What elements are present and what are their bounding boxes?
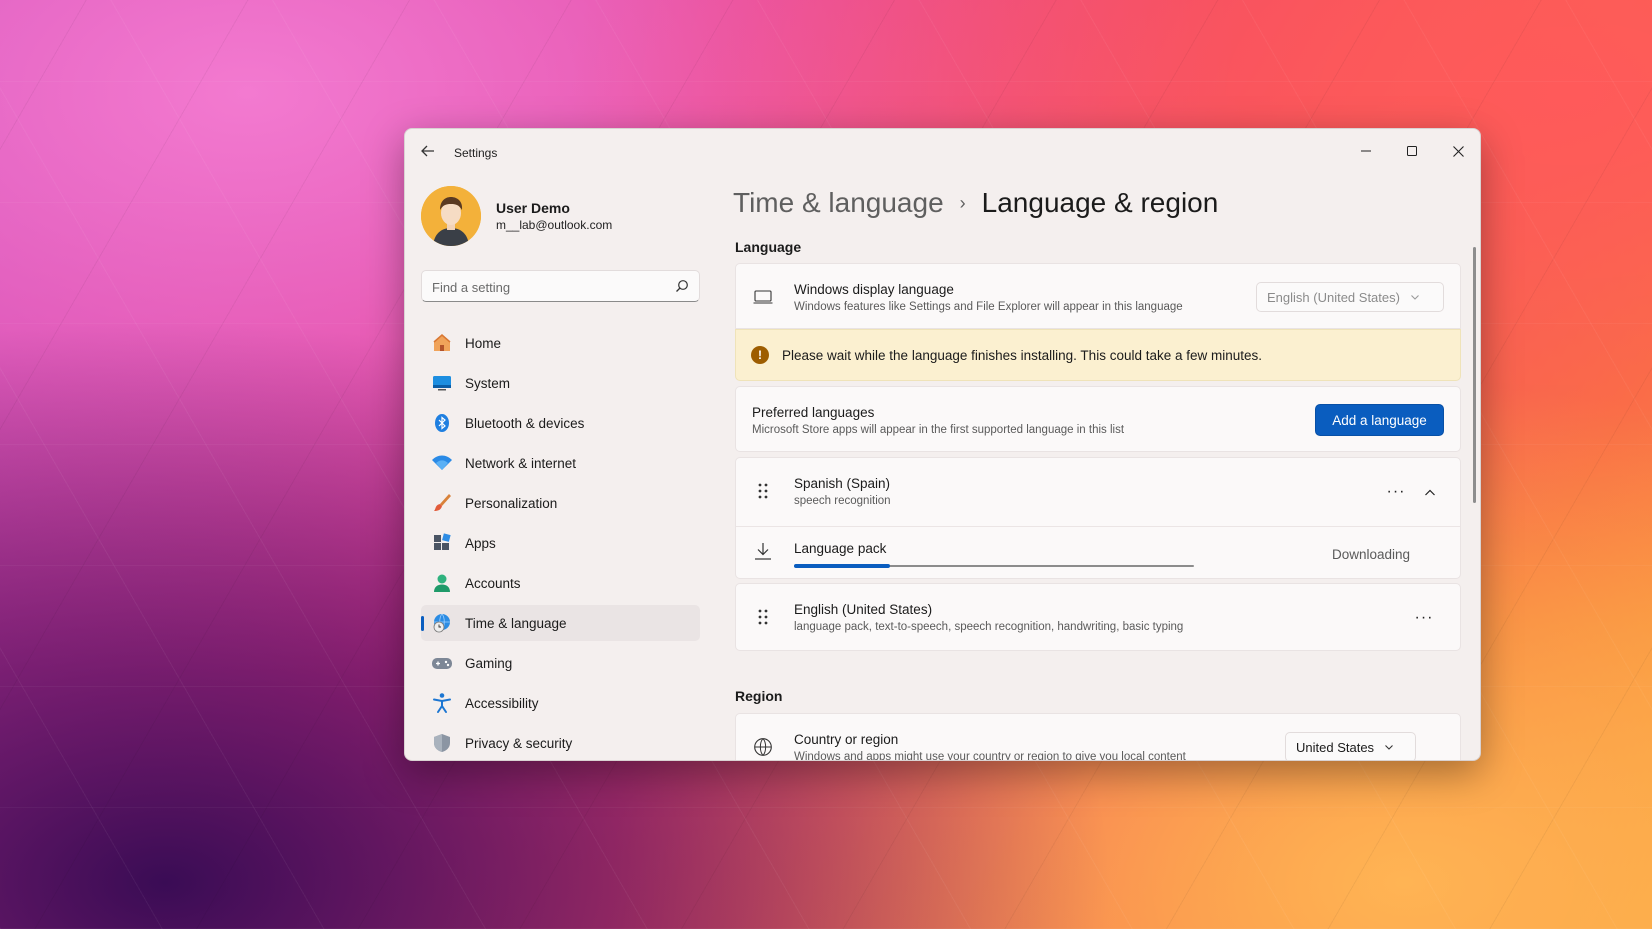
arrow-left-icon <box>421 145 434 157</box>
sidebar-item-label: Network & internet <box>465 455 577 471</box>
sidebar-item-accessibility[interactable]: Accessibility <box>421 685 700 721</box>
shield-icon <box>431 732 453 754</box>
chevron-down-icon <box>1385 745 1393 750</box>
close-button[interactable] <box>1436 137 1480 165</box>
main-content: Time & language › Language & region Lang… <box>715 177 1461 761</box>
search-icon[interactable] <box>675 279 689 293</box>
globe-clock-icon <box>431 612 453 634</box>
page-title: Language & region <box>981 187 1219 218</box>
bluetooth-icon <box>431 412 453 434</box>
download-status: Downloading <box>1332 547 1411 562</box>
wifi-icon <box>431 452 453 474</box>
system-icon <box>431 372 453 394</box>
scrollbar[interactable] <box>1473 247 1476 503</box>
sidebar-item-label: Apps <box>465 535 496 551</box>
english-language-card: English (United States) language pack, t… <box>735 583 1461 651</box>
sidebar-item-home[interactable]: Home <box>421 325 700 361</box>
sidebar-item-personalization[interactable]: Personalization <box>421 485 700 521</box>
gamepad-icon <box>431 652 453 674</box>
avatar <box>421 186 481 246</box>
breadcrumb: Time & language › Language & region <box>733 187 1218 219</box>
sidebar-item-time-language[interactable]: Time & language <box>421 605 700 641</box>
spanish-title: Spanish (Spain) <box>794 476 891 491</box>
english-subtitle: language pack, text-to-speech, speech re… <box>794 621 1184 633</box>
brush-icon <box>431 492 453 514</box>
user-avatar-icon <box>421 186 481 246</box>
breadcrumb-separator: › <box>959 192 966 213</box>
display-language-subtitle: Windows features like Settings and File … <box>794 301 1183 313</box>
chevron-up-icon[interactable] <box>1424 486 1436 498</box>
display-language-title: Windows display language <box>794 282 954 297</box>
maximize-icon <box>1407 146 1417 156</box>
country-dropdown[interactable]: United States <box>1285 732 1416 760</box>
display-language-card: Windows display language Windows feature… <box>735 263 1461 329</box>
chevron-down-icon <box>1411 295 1419 300</box>
close-icon <box>1452 145 1464 157</box>
sidebar-item-privacy[interactable]: Privacy & security <box>421 725 700 760</box>
sidebar-item-label: Home <box>465 335 502 351</box>
drag-handle-icon[interactable] <box>752 606 774 628</box>
sidebar-item-label: Privacy & security <box>465 735 573 751</box>
monitor-icon <box>752 286 774 308</box>
title-bar: Settings <box>405 129 1480 177</box>
sidebar-item-system[interactable]: System <box>421 365 700 401</box>
user-profile[interactable]: User Demo m__lab@outlook.com <box>421 186 681 250</box>
user-name: User Demo <box>496 200 570 216</box>
spanish-subtitle: speech recognition <box>794 495 891 507</box>
sidebar-item-label: Gaming <box>465 655 513 671</box>
preferred-languages-subtitle: Microsoft Store apps will appear in the … <box>752 424 1125 436</box>
accessibility-icon <box>431 692 453 714</box>
download-icon <box>752 540 774 562</box>
more-options-button[interactable]: ··· <box>1384 480 1408 504</box>
sidebar-item-apps[interactable]: Apps <box>421 525 700 561</box>
sidebar-item-gaming[interactable]: Gaming <box>421 645 700 681</box>
warning-text: Please wait while the language finishes … <box>782 348 1263 363</box>
preferred-languages-title: Preferred languages <box>752 405 875 420</box>
minimize-button[interactable] <box>1344 137 1388 165</box>
english-title: English (United States) <box>794 602 933 617</box>
user-email: m__lab@outlook.com <box>496 218 613 232</box>
add-language-button[interactable]: Add a language <box>1315 404 1444 436</box>
country-region-card: Country or region Windows and apps might… <box>735 713 1461 761</box>
progress-fill <box>794 564 890 568</box>
sidebar-item-network[interactable]: Network & internet <box>421 445 700 481</box>
language-pack-progress <box>794 564 1194 568</box>
country-region-title: Country or region <box>794 732 899 747</box>
sidebar-item-label: Accessibility <box>465 695 539 711</box>
warning-icon: ! <box>751 346 769 364</box>
install-warning-bar: ! Please wait while the language finishe… <box>735 329 1461 381</box>
minimize-icon <box>1361 150 1371 152</box>
language-pack-title: Language pack <box>794 541 887 556</box>
spanish-language-card: Spanish (Spain) speech recognition ··· L… <box>735 457 1461 579</box>
region-section-title: Region <box>735 688 783 704</box>
preferred-languages-card: Preferred languages Microsoft Store apps… <box>735 386 1461 452</box>
sidebar-item-accounts[interactable]: Accounts <box>421 565 700 601</box>
breadcrumb-parent[interactable]: Time & language <box>733 187 944 219</box>
display-language-dropdown[interactable]: English (United States) <box>1256 282 1444 312</box>
sidebar-item-label: Bluetooth & devices <box>465 415 585 431</box>
sidebar-item-label: Time & language <box>465 615 567 631</box>
dropdown-value: English (United States) <box>1267 289 1400 305</box>
sidebar-item-label: Personalization <box>465 495 558 511</box>
divider <box>736 526 1460 527</box>
home-icon <box>431 332 453 354</box>
apps-icon <box>431 532 453 554</box>
country-region-subtitle: Windows and apps might use your country … <box>794 751 1186 761</box>
drag-handle-icon[interactable] <box>752 480 774 502</box>
language-section-title: Language <box>735 239 802 255</box>
app-title: Settings <box>454 146 498 160</box>
accounts-icon <box>431 572 453 594</box>
back-button[interactable] <box>417 143 439 163</box>
sidebar-nav: Home System Bluetooth & devices Network … <box>421 325 700 760</box>
dropdown-value: United States <box>1296 739 1375 755</box>
sidebar-item-label: Accounts <box>465 575 521 591</box>
search-box[interactable] <box>421 270 700 302</box>
settings-window: Settings User Demo m__lab@outlook.com Fi… <box>404 128 1481 761</box>
globe-icon <box>752 736 774 758</box>
more-options-button[interactable]: ··· <box>1412 606 1436 630</box>
maximize-button[interactable] <box>1390 137 1434 165</box>
sidebar-item-label: System <box>465 375 511 391</box>
search-input[interactable] <box>432 277 662 297</box>
sidebar-item-bluetooth[interactable]: Bluetooth & devices <box>421 405 700 441</box>
